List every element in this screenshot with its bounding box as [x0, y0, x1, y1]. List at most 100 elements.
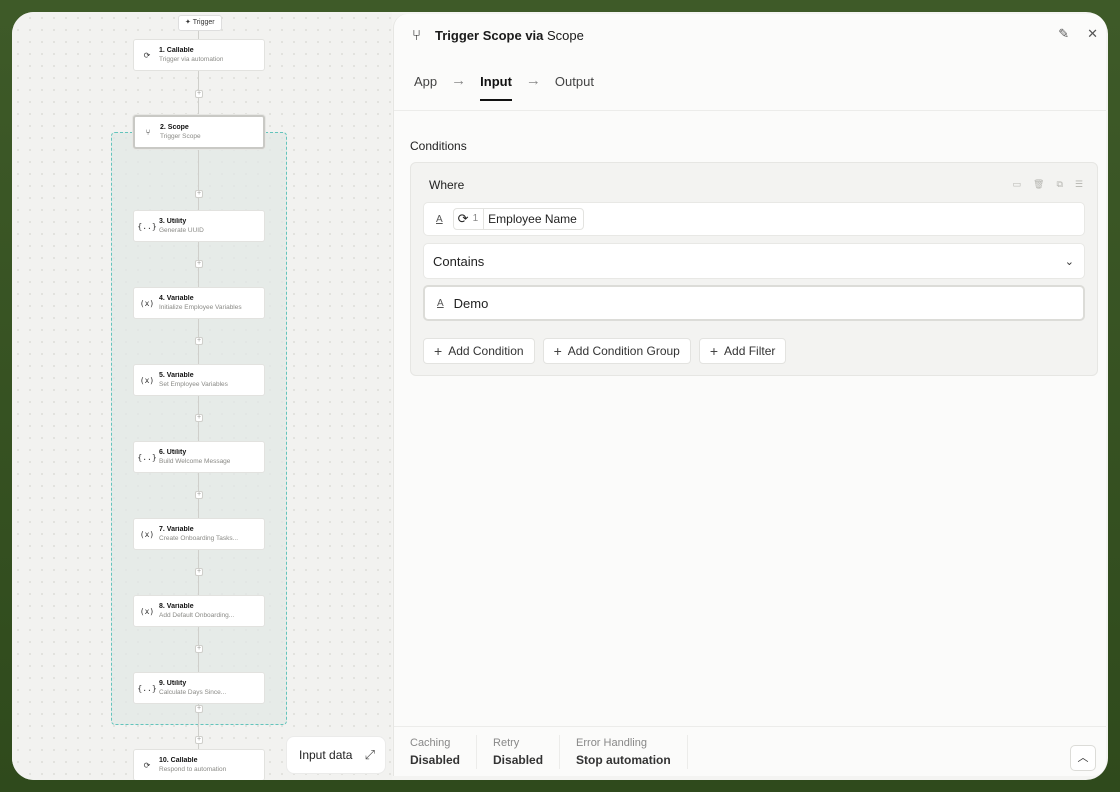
- node-title: 4. Variable: [159, 295, 194, 302]
- trigger-pill[interactable]: ✦ Trigger: [178, 15, 222, 31]
- workflow-node-9[interactable]: {..} 9. Utility Calculate Days Since...: [133, 672, 265, 704]
- close-icon[interactable]: ✕: [1087, 26, 1098, 42]
- add-step-button[interactable]: +: [195, 736, 203, 744]
- operator-select[interactable]: Contains ⌄: [423, 243, 1085, 279]
- node-title: 7. Variable: [159, 526, 194, 533]
- workflow-node-3[interactable]: {..} 3. Utility Generate UUID: [133, 210, 265, 242]
- card-toolbar: ▭ 🗑 ⧉ ☰: [1013, 179, 1083, 190]
- field-chip[interactable]: ⟳ 1 Employee Name: [452, 208, 584, 230]
- add-filter-button[interactable]: + Add Filter: [698, 338, 787, 364]
- condition-group-card: Where ▭ 🗑 ⧉ ☰ A ⟳ 1 Employee Name Contai…: [410, 162, 1098, 376]
- node-title: 5. Variable: [159, 372, 194, 379]
- text-type-icon: A: [436, 213, 443, 225]
- input-data-button[interactable]: Input data ⤢: [286, 736, 386, 774]
- divider: [394, 110, 1106, 111]
- step-tabs: App → Input → Output: [414, 72, 594, 108]
- text-type-icon: A: [437, 297, 444, 309]
- plus-icon: +: [434, 343, 443, 359]
- collapse-button[interactable]: ︿: [1070, 745, 1096, 771]
- workflow-canvas[interactable]: + + + + + + + + + + ✦ Trigger ⟳ 1. Calla…: [12, 12, 392, 780]
- field-selector[interactable]: A ⟳ 1 Employee Name: [423, 202, 1085, 236]
- tab-app[interactable]: App: [414, 74, 437, 99]
- edit-icon[interactable]: ✎: [1058, 26, 1069, 42]
- condition-value: Demo: [453, 295, 489, 311]
- node-title: 3. Utility: [159, 218, 187, 225]
- sparkle-icon: ✦: [185, 19, 191, 26]
- comment-icon[interactable]: ▭: [1013, 179, 1022, 190]
- add-step-button[interactable]: +: [195, 414, 203, 422]
- node-subtitle: Build Welcome Message: [159, 458, 231, 465]
- braces-icon: {..}: [137, 221, 157, 231]
- arrow-right-icon: →: [451, 72, 467, 89]
- refresh-icon: ⟳: [143, 760, 151, 770]
- tab-input[interactable]: Input: [480, 74, 512, 101]
- workflow-node-2[interactable]: ⑂ 2. Scope Trigger Scope: [133, 115, 265, 149]
- node-subtitle: Initialize Employee Variables: [159, 304, 242, 311]
- node-subtitle: Generate UUID: [159, 227, 204, 234]
- braces-icon: {..}: [137, 452, 157, 462]
- node-title: 8. Variable: [159, 603, 194, 610]
- input-data-label: Input data: [299, 748, 353, 762]
- branch-icon: ⑂: [145, 127, 151, 137]
- variable-icon: (x): [139, 298, 155, 308]
- refresh-icon: ⟳: [457, 211, 469, 226]
- add-step-button[interactable]: +: [195, 568, 203, 576]
- add-step-button[interactable]: +: [195, 337, 203, 345]
- node-subtitle: Create Onboarding Tasks...: [159, 535, 239, 542]
- workflow-node-8[interactable]: (x) 8. Variable Add Default Onboarding..…: [133, 595, 265, 627]
- condition-actions: + Add Condition + Add Condition Group + …: [423, 338, 787, 364]
- trash-icon[interactable]: 🗑: [1033, 179, 1044, 190]
- node-title: 9. Utility: [159, 680, 187, 687]
- tab-output[interactable]: Output: [555, 74, 594, 99]
- panel-header: ⑂ Trigger Scope via Scope ✎ ✕: [394, 14, 1106, 56]
- trigger-label: Trigger: [192, 19, 215, 26]
- condition-value-input[interactable]: A Demo: [423, 285, 1085, 321]
- workflow-node-5[interactable]: (x) 5. Variable Set Employee Variables: [133, 364, 265, 396]
- variable-icon: (x): [139, 529, 155, 539]
- arrow-right-icon: →: [525, 72, 541, 89]
- chevron-down-icon: ⌄: [1064, 255, 1074, 268]
- footer-error-handling[interactable]: Error Handling Stop automation: [576, 734, 688, 769]
- operator-value: Contains: [433, 253, 485, 269]
- variable-icon: (x): [139, 606, 155, 616]
- node-subtitle: Trigger Scope: [160, 133, 201, 140]
- list-icon[interactable]: ☰: [1075, 179, 1083, 190]
- node-title: 6. Utility: [159, 449, 187, 456]
- chip-label: Employee Name: [488, 212, 577, 226]
- workflow-node-10[interactable]: ⟳ 10. Callable Respond to automation: [133, 749, 265, 780]
- workflow-node-7[interactable]: (x) 7. Variable Create Onboarding Tasks.…: [133, 518, 265, 550]
- refresh-icon: ⟳: [143, 50, 151, 60]
- expand-icon: ⤢: [364, 747, 375, 762]
- workflow-node-6[interactable]: {..} 6. Utility Build Welcome Message: [133, 441, 265, 473]
- add-step-button[interactable]: +: [195, 190, 203, 198]
- node-subtitle: Trigger via automation: [159, 56, 224, 63]
- connector: [198, 148, 199, 210]
- node-subtitle: Respond to automation: [159, 766, 227, 773]
- workflow-node-1[interactable]: ⟳ 1. Callable Trigger via automation: [133, 39, 265, 71]
- copy-icon[interactable]: ⧉: [1056, 179, 1062, 190]
- add-condition-button[interactable]: + Add Condition: [423, 338, 535, 364]
- plus-icon: +: [709, 343, 719, 359]
- braces-icon: {..}: [137, 683, 157, 693]
- add-step-button[interactable]: +: [195, 705, 203, 713]
- footer-caching[interactable]: Caching Disabled: [410, 734, 478, 769]
- node-title: 2. Scope: [160, 124, 189, 131]
- add-step-button[interactable]: +: [195, 90, 203, 98]
- add-step-button[interactable]: +: [195, 491, 203, 499]
- variable-icon: (x): [139, 375, 155, 385]
- add-step-button[interactable]: +: [195, 260, 203, 268]
- add-step-button[interactable]: +: [195, 645, 203, 653]
- chip-step-number: 1: [473, 208, 485, 230]
- chevron-up-icon: ︿: [1077, 752, 1089, 764]
- node-subtitle: Add Default Onboarding...: [159, 612, 235, 619]
- branch-icon: ⑂: [412, 26, 422, 44]
- app-frame: + + + + + + + + + + ✦ Trigger ⟳ 1. Calla…: [12, 12, 1108, 780]
- add-condition-group-button[interactable]: + Add Condition Group: [542, 338, 691, 364]
- section-label: Conditions: [410, 139, 467, 153]
- node-title: 1. Callable: [159, 47, 194, 54]
- node-subtitle: Set Employee Variables: [159, 381, 228, 388]
- footer-retry[interactable]: Retry Disabled: [493, 734, 561, 769]
- panel-title: Trigger Scope via Scope: [435, 27, 584, 43]
- node-subtitle: Calculate Days Since...: [159, 689, 227, 696]
- workflow-node-4[interactable]: (x) 4. Variable Initialize Employee Vari…: [133, 287, 265, 319]
